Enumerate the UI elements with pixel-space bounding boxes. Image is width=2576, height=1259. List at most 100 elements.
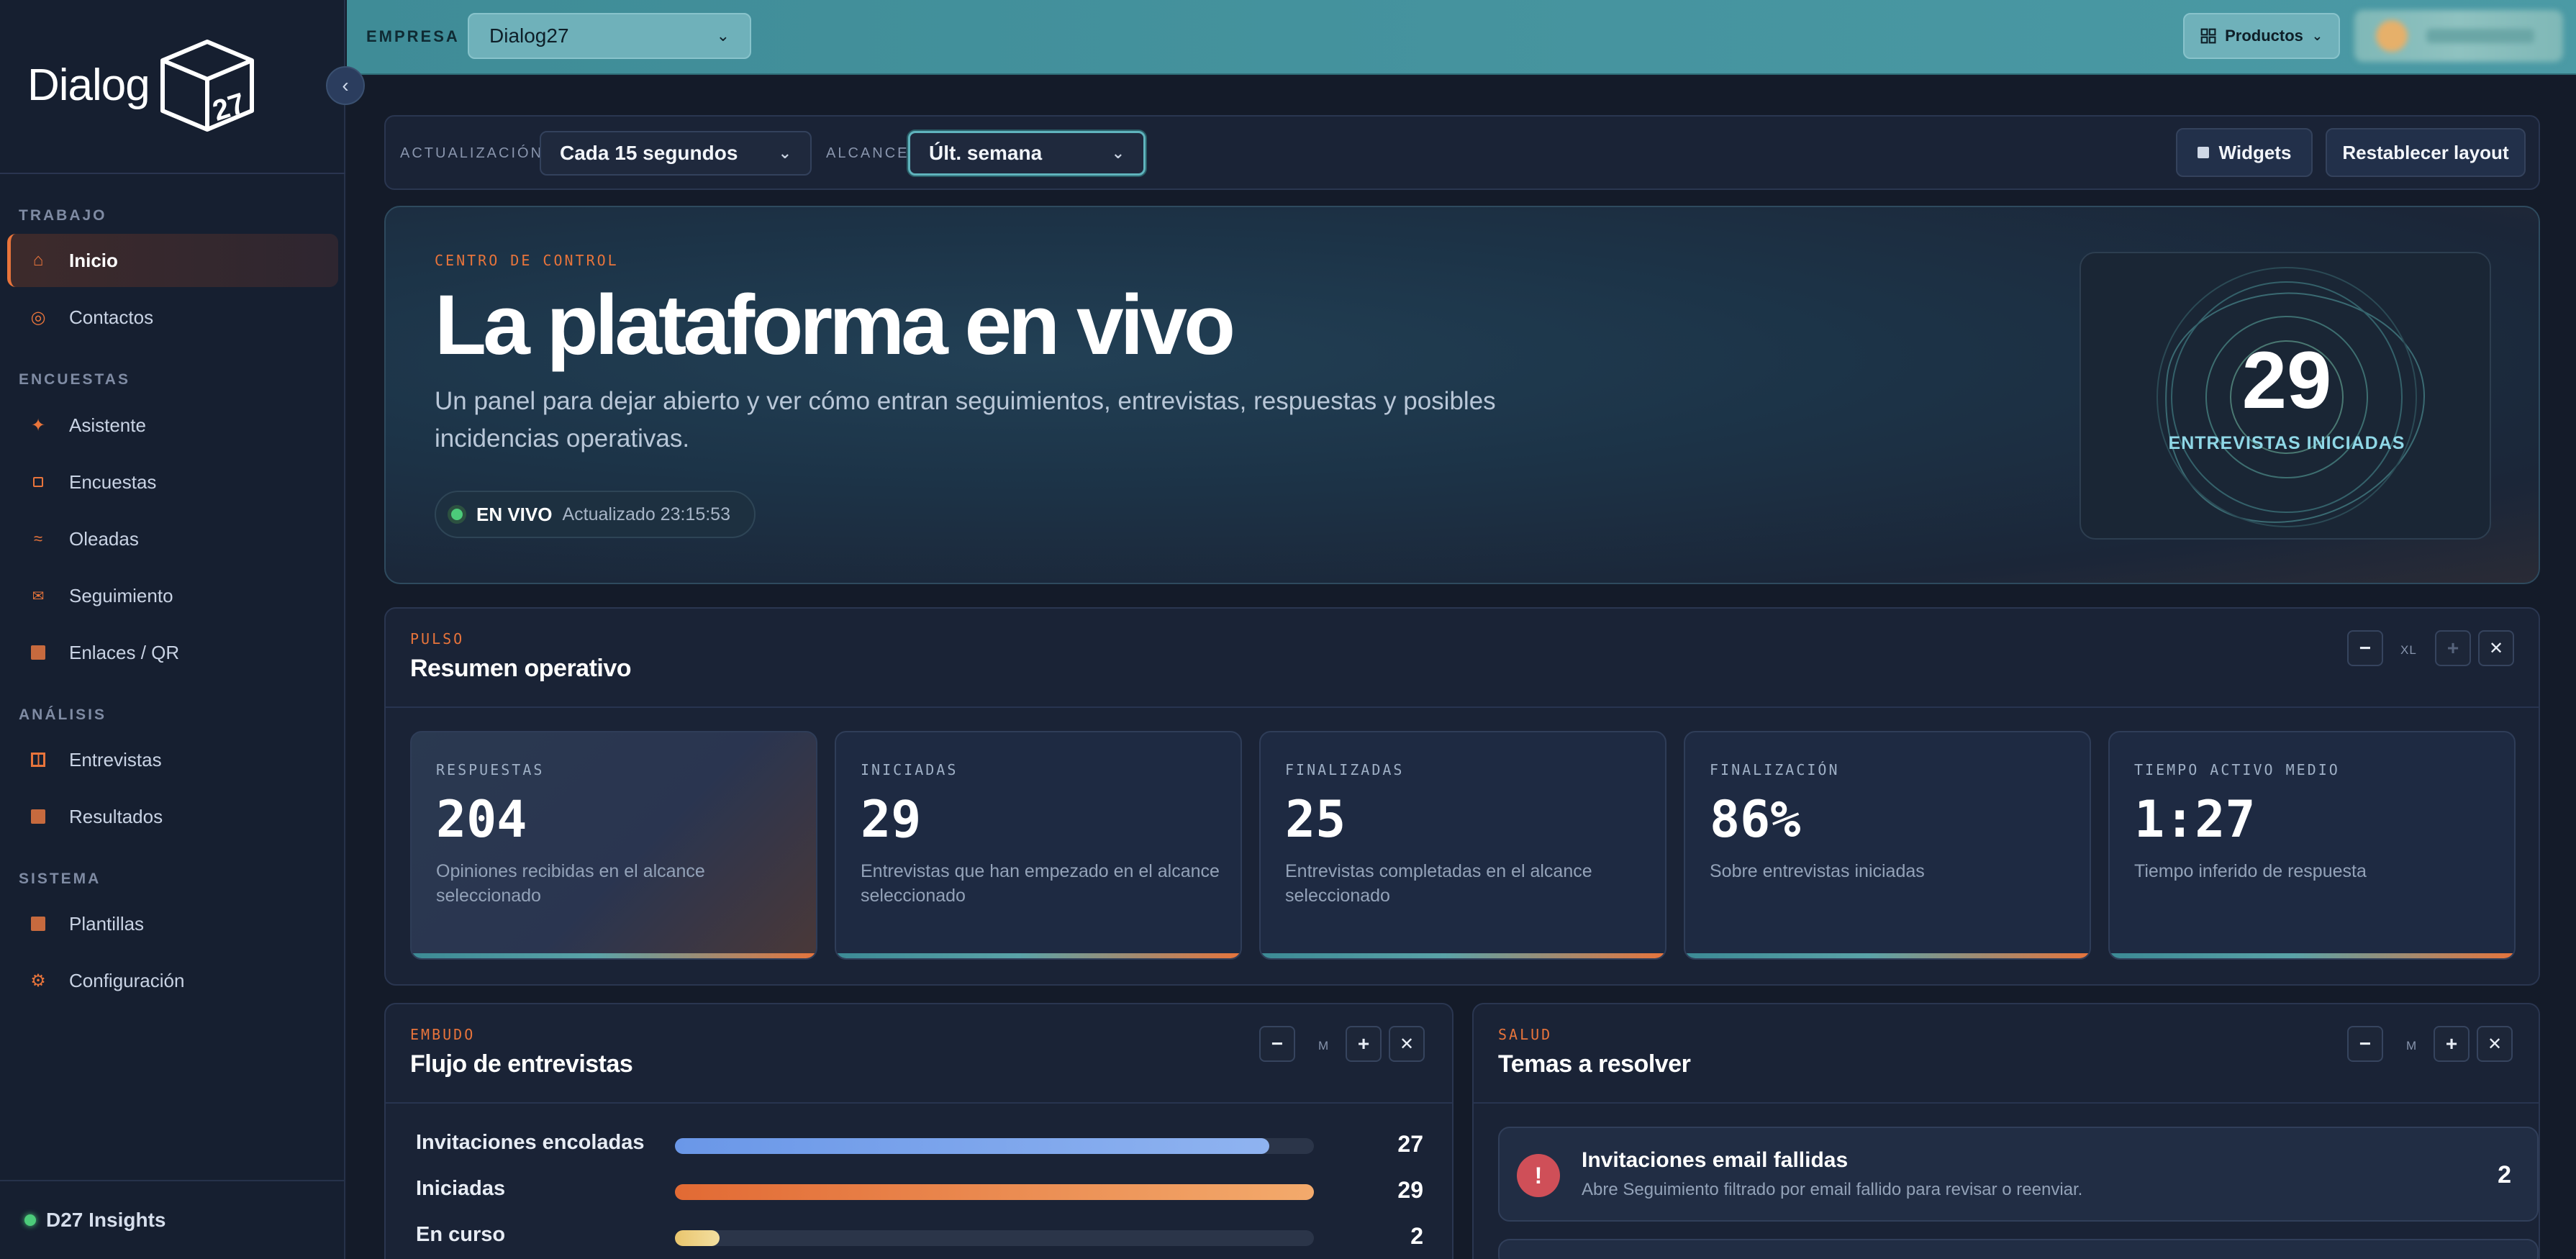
funnel-track bbox=[675, 1230, 1314, 1246]
reset-layout-button[interactable]: Restablecer layout bbox=[2326, 128, 2526, 177]
scope-select[interactable]: Últ. semana ⌄ bbox=[908, 131, 1146, 176]
remove-widget-button[interactable]: ✕ bbox=[1389, 1026, 1425, 1062]
sidebar-item-label: Resultados bbox=[69, 805, 163, 827]
columns-icon bbox=[29, 753, 47, 767]
funnel-bar bbox=[675, 1184, 1314, 1200]
user-menu[interactable] bbox=[2354, 10, 2563, 62]
grow-widget-button[interactable]: + bbox=[2435, 630, 2471, 666]
square-icon bbox=[29, 917, 47, 931]
last-updated: Actualizado 23:15:53 bbox=[562, 504, 730, 524]
logo-text: Dialog bbox=[27, 60, 150, 110]
sidebar-item-configuracion[interactable]: ⚙ Configuración bbox=[7, 954, 338, 1007]
workspace-indicator[interactable]: D27 Insights bbox=[24, 1209, 165, 1232]
remove-widget-button[interactable]: ✕ bbox=[2478, 630, 2514, 666]
sidebar-item-label: Inicio bbox=[69, 249, 118, 271]
kpi-label: TIEMPO ACTIVO MEDIO bbox=[2134, 761, 2340, 778]
empresa-label: EMPRESA bbox=[366, 27, 460, 45]
kpi-card-respuestas: RESPUESTAS 204 Opiniones recibidas en el… bbox=[410, 731, 817, 960]
funnel-label: Iniciadas bbox=[416, 1177, 506, 1200]
kpi-label: RESPUESTAS bbox=[436, 761, 545, 778]
sidebar-item-inicio[interactable]: ⌂ Inicio bbox=[7, 234, 338, 287]
topbar: EMPRESA Dialog27 ⌄ Productos ⌄ bbox=[347, 0, 2576, 75]
funnel-bar bbox=[675, 1138, 1269, 1154]
nav-section-trabajo: TRABAJO bbox=[19, 207, 107, 224]
sidebar-item-label: Encuestas bbox=[69, 471, 157, 493]
sidebar-item-oleadas[interactable]: ≈ Oleadas bbox=[7, 512, 338, 565]
issue-card[interactable] bbox=[1498, 1239, 2539, 1259]
funnel-track bbox=[675, 1138, 1314, 1154]
sidebar-item-asistente[interactable]: ✦ Asistente bbox=[7, 399, 338, 452]
shrink-widget-button[interactable]: − bbox=[1259, 1026, 1295, 1062]
minus-icon: − bbox=[2359, 1032, 2372, 1055]
kpi-card-iniciadas: INICIADAS 29 Entrevistas que han empezad… bbox=[835, 731, 1242, 960]
kpi-description: Sobre entrevistas iniciadas bbox=[1710, 861, 1925, 881]
live-status-pill: EN VIVO Actualizado 23:15:53 bbox=[435, 491, 756, 538]
section-eyebrow: SALUD bbox=[1498, 1026, 1553, 1043]
grow-widget-button[interactable]: + bbox=[2434, 1026, 2470, 1062]
funnel-bar bbox=[675, 1230, 720, 1246]
hero-eyebrow: CENTRO DE CONTROL bbox=[435, 252, 619, 269]
sidebar-item-resultados[interactable]: Resultados bbox=[7, 790, 338, 843]
sidebar-item-label: Seguimiento bbox=[69, 584, 173, 606]
kpi-value: 25 bbox=[1285, 790, 1346, 849]
live-dot-icon bbox=[448, 505, 466, 524]
remove-widget-button[interactable]: ✕ bbox=[2477, 1026, 2513, 1062]
alert-icon: ! bbox=[1517, 1154, 1560, 1197]
sidebar-item-enlaces-qr[interactable]: Enlaces / QR bbox=[7, 626, 338, 679]
chevron-down-icon: ⌄ bbox=[778, 144, 792, 162]
square-icon bbox=[29, 645, 47, 660]
empresa-select[interactable]: Dialog27 ⌄ bbox=[468, 13, 751, 59]
widget-size-label: M bbox=[1318, 1039, 1330, 1053]
workspace-name: D27 Insights bbox=[46, 1209, 166, 1231]
sidebar-item-plantillas[interactable]: Plantillas bbox=[7, 897, 338, 950]
sidebar-item-label: Plantillas bbox=[69, 912, 145, 935]
sidebar-item-entrevistas[interactable]: Entrevistas bbox=[7, 733, 338, 786]
kpi-label: FINALIZADAS bbox=[1285, 761, 1405, 778]
sidebar-item-contactos[interactable]: ◎ Contactos bbox=[7, 291, 338, 344]
logo[interactable]: Dialog 27 bbox=[27, 37, 258, 132]
scope-value: Últ. semana bbox=[929, 142, 1043, 164]
funnel-value: 29 bbox=[1397, 1177, 1423, 1203]
kpi-accent-bar bbox=[412, 953, 816, 958]
hero-panel: CENTRO DE CONTROL La plataforma en vivo … bbox=[384, 206, 2540, 584]
sidebar-item-encuestas[interactable]: Encuestas bbox=[7, 455, 338, 509]
home-icon: ⌂ bbox=[32, 250, 44, 270]
logo-cube-icon: 27 bbox=[160, 40, 254, 132]
nav-section-sistema: SISTEMA bbox=[19, 871, 101, 887]
sidebar-item-seguimiento[interactable]: ✉ Seguimiento bbox=[7, 569, 338, 622]
sidebar-item-label: Oleadas bbox=[69, 527, 139, 550]
kpi-value: 29 bbox=[861, 790, 922, 849]
sidebar-item-label: Configuración bbox=[69, 969, 185, 991]
refresh-interval-value: Cada 15 segundos bbox=[560, 142, 738, 164]
plus-icon: + bbox=[2445, 1032, 2458, 1055]
sidebar-footer-divider bbox=[0, 1180, 345, 1181]
nav-section-analisis: ANÁLISIS bbox=[19, 706, 107, 723]
shrink-widget-button[interactable]: − bbox=[2347, 1026, 2383, 1062]
grow-widget-button[interactable]: + bbox=[1346, 1026, 1382, 1062]
kpi-description: Entrevistas completadas en el alcance se… bbox=[1285, 861, 1592, 906]
funnel-value: 2 bbox=[1410, 1223, 1423, 1249]
productos-button[interactable]: Productos ⌄ bbox=[2183, 13, 2340, 59]
section-divider bbox=[386, 1102, 1452, 1104]
temas-a-resolver-widget: SALUD Temas a resolver − M + ✕ ! Invitac… bbox=[1472, 1003, 2540, 1259]
kpi-label: INICIADAS bbox=[861, 761, 958, 778]
grid-icon bbox=[2200, 28, 2216, 44]
issue-card[interactable]: ! Invitaciones email fallidas Abre Segui… bbox=[1498, 1127, 2539, 1222]
avatar bbox=[2376, 20, 2408, 52]
chevron-down-icon: ⌄ bbox=[716, 27, 730, 45]
empresa-value: Dialog27 bbox=[489, 24, 569, 47]
section-divider bbox=[386, 706, 2539, 708]
widgets-label: Widgets bbox=[2218, 141, 2292, 163]
kpi-card-finalizadas: FINALIZADAS 25 Entrevistas completadas e… bbox=[1259, 731, 1666, 960]
sidebar-item-label: Contactos bbox=[69, 306, 154, 328]
funnel-label: En curso bbox=[416, 1223, 506, 1246]
minus-icon: − bbox=[1271, 1032, 1284, 1055]
funnel-row: Invitaciones encoladas 27 bbox=[416, 1131, 1423, 1160]
productos-label: Productos bbox=[2225, 27, 2303, 45]
dashboard-controls: ACTUALIZACIÓN Cada 15 segundos ⌄ ALCANCE… bbox=[384, 115, 2540, 190]
user-name-redacted bbox=[2426, 29, 2534, 43]
refresh-interval-select[interactable]: Cada 15 segundos ⌄ bbox=[540, 131, 812, 176]
shrink-widget-button[interactable]: − bbox=[2347, 630, 2383, 666]
widgets-button[interactable]: Widgets bbox=[2176, 128, 2313, 177]
collapse-sidebar-button[interactable]: ‹ bbox=[326, 66, 365, 105]
